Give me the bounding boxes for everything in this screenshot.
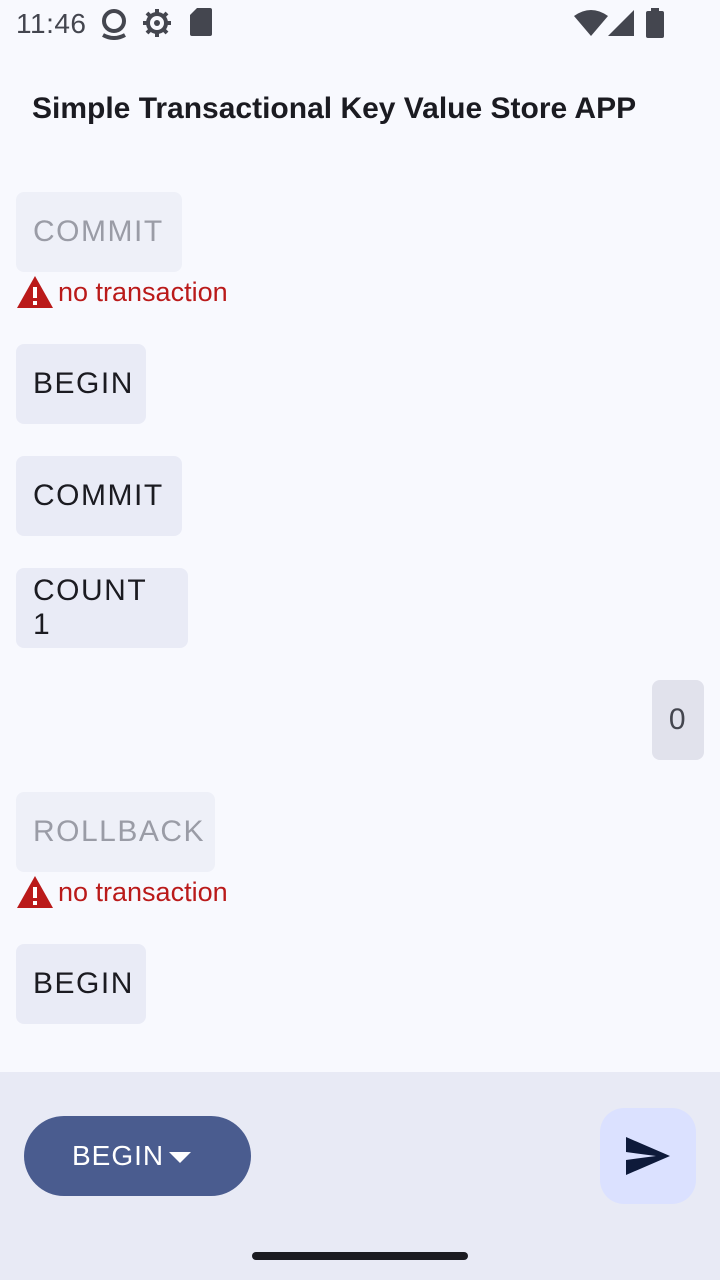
- sd-card-icon: [190, 8, 212, 36]
- error-text: no transaction: [58, 876, 228, 907]
- reply-chip-result: 0: [652, 680, 704, 760]
- send-button[interactable]: [600, 1108, 696, 1204]
- caret-down-icon: [169, 1152, 191, 1163]
- app-title: Simple Transactional Key Value Store APP: [32, 92, 637, 125]
- composer-bar: BEGIN: [0, 1072, 720, 1280]
- message-chip-commit-failed: COMMIT: [16, 192, 182, 272]
- send-icon: [626, 1137, 670, 1175]
- warning-icon: [17, 876, 53, 908]
- message-chip-begin: BEGIN: [16, 944, 146, 1024]
- battery-icon: [646, 8, 664, 38]
- home-indicator[interactable]: [252, 1252, 468, 1260]
- wifi-icon: [574, 10, 608, 36]
- error-text: no transaction: [58, 276, 228, 307]
- message-chip-commit: COMMIT: [16, 456, 182, 536]
- assistant-icon: [102, 9, 126, 40]
- warning-icon: [17, 276, 53, 308]
- message-chip-begin: BEGIN: [16, 344, 146, 424]
- message-chip-rollback-failed: ROLLBACK: [16, 792, 215, 872]
- status-time: 11:46: [16, 8, 87, 39]
- error-message: no transaction: [16, 272, 228, 312]
- message-chip-count: COUNT 1: [16, 568, 188, 648]
- error-message: no transaction: [16, 872, 228, 912]
- command-dropdown[interactable]: BEGIN: [24, 1116, 251, 1196]
- status-bar: 11:46: [0, 0, 720, 48]
- settings-gear-icon: [143, 9, 171, 37]
- command-dropdown-value: BEGIN: [72, 1140, 165, 1171]
- cell-signal-icon: [608, 10, 634, 36]
